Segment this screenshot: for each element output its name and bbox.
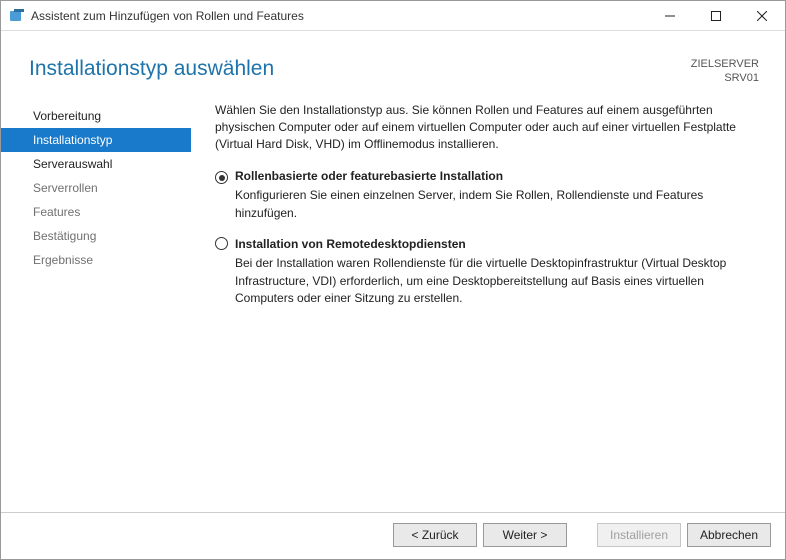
window-title: Assistent zum Hinzufügen von Rollen und … — [31, 9, 647, 23]
wizard-body: VorbereitungInstallationstypServerauswah… — [1, 94, 785, 512]
wizard-step: Bestätigung — [1, 224, 191, 248]
wizard-step[interactable]: Installationstyp — [1, 128, 191, 152]
install-type-option[interactable]: Installation von Remotedesktopdiensten Be… — [215, 236, 755, 308]
option-title: Installation von Remotedesktopdiensten — [235, 236, 755, 253]
wizard-step[interactable]: Vorbereitung — [1, 104, 191, 128]
wizard-content: Wählen Sie den Installationstyp aus. Sie… — [191, 100, 785, 512]
next-button[interactable]: Weiter > — [483, 523, 567, 547]
window-controls — [647, 1, 785, 31]
install-button: Installieren — [597, 523, 681, 547]
minimize-button[interactable] — [647, 1, 693, 31]
wizard-window: Assistent zum Hinzufügen von Rollen und … — [0, 0, 786, 560]
option-title: Rollenbasierte oder featurebasierte Inst… — [235, 168, 755, 185]
app-icon — [9, 8, 25, 24]
maximize-button[interactable] — [693, 1, 739, 31]
page-title: Installationstyp auswählen — [29, 57, 691, 81]
wizard-step: Ergebnisse — [1, 248, 191, 272]
option-description: Bei der Installation waren Rollendienste… — [235, 255, 755, 307]
target-server-block: ZIELSERVER SRV01 — [691, 57, 759, 86]
titlebar: Assistent zum Hinzufügen von Rollen und … — [1, 1, 785, 31]
wizard-footer: < Zurück Weiter > Installieren Abbrechen — [1, 513, 785, 559]
wizard-header: Installationstyp auswählen ZIELSERVER SR… — [1, 31, 785, 94]
wizard-step: Serverrollen — [1, 176, 191, 200]
intro-text: Wählen Sie den Installationstyp aus. Sie… — [215, 102, 755, 154]
wizard-steps-sidebar: VorbereitungInstallationstypServerauswah… — [1, 100, 191, 512]
radio-button[interactable] — [215, 171, 228, 184]
target-server-label: ZIELSERVER — [691, 57, 759, 71]
install-type-option[interactable]: Rollenbasierte oder featurebasierte Inst… — [215, 168, 755, 222]
wizard-step: Features — [1, 200, 191, 224]
close-button[interactable] — [739, 1, 785, 31]
target-server-value: SRV01 — [691, 71, 759, 85]
back-button[interactable]: < Zurück — [393, 523, 477, 547]
option-description: Konfigurieren Sie einen einzelnen Server… — [235, 187, 755, 222]
cancel-button[interactable]: Abbrechen — [687, 523, 771, 547]
wizard-step[interactable]: Serverauswahl — [1, 152, 191, 176]
radio-button[interactable] — [215, 237, 228, 250]
